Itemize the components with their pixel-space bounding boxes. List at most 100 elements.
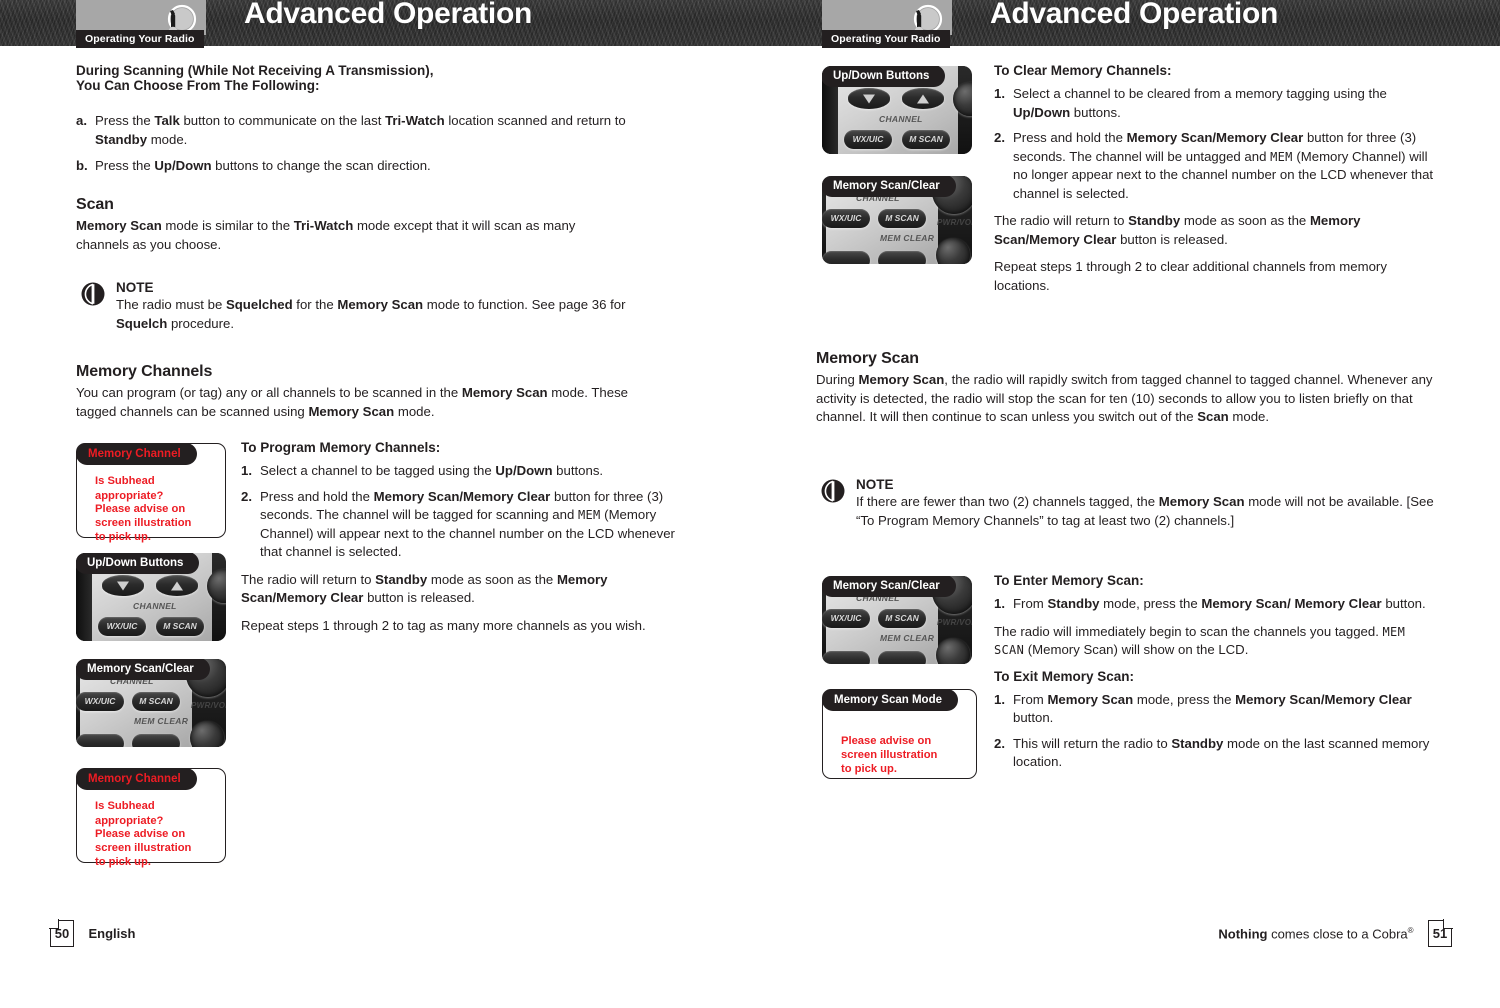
callout-tag: Up/Down Buttons bbox=[76, 553, 200, 574]
photo-label-pwr-vol: PWR/VOL bbox=[937, 218, 972, 227]
photo-label-wxuic: WX/UIC bbox=[830, 613, 862, 623]
page-left: During Scanning (While Not Receiving A T… bbox=[0, 0, 750, 1008]
footer-right: Nothing comes close to a Cobra® 51 bbox=[1218, 920, 1452, 990]
callout-tag: Memory Scan/Clear bbox=[822, 576, 956, 597]
scan-paragraph: Memory Scan mode is similar to the Tri-W… bbox=[76, 218, 576, 252]
program-note-repeat: Repeat steps 1 through 2 to tag as many … bbox=[241, 617, 646, 633]
breadcrumb-operating-your-radio: Operating Your Radio bbox=[822, 30, 950, 48]
photo-label-mem-clear: MEM CLEAR bbox=[880, 633, 935, 643]
callout-tag: Memory Channel bbox=[76, 443, 197, 465]
note-body: If there are fewer than two (2) channels… bbox=[856, 494, 1434, 528]
list-text: Select a channel to be tagged using the … bbox=[260, 463, 604, 478]
page-title: Advanced Operation bbox=[990, 0, 1278, 30]
callout-memory-scan-clear-right-2: CHANNEL WX/UIC M SCAN MEM CLEAR PWR/VOL … bbox=[822, 576, 972, 664]
list-text: Select a channel to be cleared from a me… bbox=[1013, 86, 1387, 120]
program-steps-list: 1. Select a channel to be tagged using t… bbox=[241, 462, 686, 562]
photo-label-mem-clear: MEM CLEAR bbox=[880, 233, 935, 243]
page-right: To Clear Memory Channels: 1. Select a ch… bbox=[750, 0, 1500, 1008]
list-marker: 1. bbox=[994, 86, 1005, 101]
list-text: Press the Talk button to communicate on … bbox=[95, 113, 626, 147]
clear-heading: To Clear Memory Channels: bbox=[994, 63, 1172, 78]
registered-mark: ® bbox=[1407, 925, 1414, 935]
callout-tag: Up/Down Buttons bbox=[822, 66, 946, 87]
enter-heading: To Enter Memory Scan: bbox=[994, 573, 1144, 588]
clear-memory-channels-section: To Clear Memory Channels: 1. Select a ch… bbox=[994, 63, 1439, 304]
breadcrumb-operating-your-radio: Operating Your Radio bbox=[76, 30, 204, 48]
callout-memory-scan-clear-right-1: CHANNEL WX/UIC M SCAN MEM CLEAR PWR/VOL … bbox=[822, 176, 972, 264]
list-text: From Memory Scan mode, press the Memory … bbox=[1013, 691, 1412, 726]
callout-tag: Memory Scan/Clear bbox=[76, 659, 210, 680]
photo-label-channel: CHANNEL bbox=[879, 114, 923, 124]
callout-advice-line-2: screen illustration bbox=[841, 749, 938, 761]
callout-memory-channel-2: Memory Channel Is Subhead appropriate? P… bbox=[76, 768, 226, 868]
list-marker: a. bbox=[76, 113, 87, 128]
footer-tagline-rest: comes close to a Cobra bbox=[1267, 926, 1408, 942]
list-item: 1. Select a channel to be tagged using t… bbox=[241, 462, 686, 481]
list-item: 1. From Memory Scan mode, press the Memo… bbox=[994, 691, 1439, 728]
memory-scan-section: Memory Scan During Memory Scan, the radi… bbox=[816, 350, 1441, 436]
callout-updown-buttons-left: CHANNEL WX/UIC M SCAN Up/Down Buttons bbox=[76, 553, 226, 641]
note-title: NOTE bbox=[856, 477, 894, 492]
exit-steps-list: 1. From Memory Scan mode, press the Memo… bbox=[994, 691, 1439, 772]
note-block: NOTE If there are fewer than two (2) cha… bbox=[816, 477, 1456, 530]
photo-label-wxuic: WX/UIC bbox=[84, 696, 116, 706]
program-heading: To Program Memory Channels: bbox=[241, 440, 441, 455]
callout-updown-buttons-right: CHANNEL WX/UIC M SCAN Up/Down Buttons bbox=[822, 66, 972, 154]
photo-label-wxuic: WX/UIC bbox=[106, 621, 138, 631]
program-memory-channels-section: To Program Memory Channels: 1. Select a … bbox=[241, 440, 686, 644]
list-item: a. Press the Talk button to communicate … bbox=[76, 112, 676, 149]
callout-advice-line-1: Is Subhead appropriate? bbox=[95, 475, 164, 502]
list-item: b. Press the Up/Down buttons to change t… bbox=[76, 157, 676, 176]
memory-channels-heading: Memory Channels bbox=[76, 363, 213, 380]
list-marker: 2. bbox=[241, 488, 252, 504]
callout-tag: Memory Scan/Clear bbox=[822, 176, 956, 197]
memory-scan-paragraph: During Memory Scan, the radio will rapid… bbox=[816, 372, 1433, 424]
intro-heading: During Scanning (While Not Receiving A T… bbox=[76, 63, 696, 101]
list-marker: 2. bbox=[994, 130, 1005, 145]
list-marker: 1. bbox=[994, 691, 1005, 707]
program-note-standby: The radio will return to Standby mode as… bbox=[241, 571, 608, 606]
note-body: The radio must be Squelched for the Memo… bbox=[116, 297, 626, 331]
callout-advice-line-5: to pick up. bbox=[95, 531, 151, 543]
scan-section: Scan Memory Scan mode is similar to the … bbox=[76, 196, 676, 263]
callout-memory-scan-clear-left: CHANNEL WX/UIC M SCAN MEM CLEAR PWR/VOL … bbox=[76, 659, 226, 747]
note-title: NOTE bbox=[116, 280, 154, 295]
photo-label-mscan: M SCAN bbox=[909, 134, 943, 144]
page-number-badge: 51 bbox=[1428, 920, 1452, 947]
photo-label-wxuic: WX/UIC bbox=[830, 213, 862, 223]
enter-note: The radio will immediately begin to scan… bbox=[994, 623, 1406, 658]
footer-language-label: English bbox=[88, 926, 136, 941]
footer-tagline-bold: Nothing bbox=[1218, 926, 1268, 942]
callout-tag: Memory Scan Mode bbox=[822, 689, 958, 711]
clear-steps-list: 1. Select a channel to be cleared from a… bbox=[994, 85, 1439, 203]
photo-label-pwr-vol: PWR/VOL bbox=[937, 618, 972, 627]
callout-tag: Memory Channel bbox=[76, 768, 197, 790]
photo-label-mscan: M SCAN bbox=[139, 696, 173, 706]
memory-channels-paragraph: You can program (or tag) any or all chan… bbox=[76, 385, 629, 419]
note-block: NOTE The radio must be Squelched for the… bbox=[76, 280, 676, 333]
callout-advice-line-1: Please advise on bbox=[841, 735, 932, 747]
list-item: 2. Press and hold the Memory Scan/Memory… bbox=[994, 129, 1439, 203]
photo-label-mscan: M SCAN bbox=[885, 213, 919, 223]
footer-tagline: Nothing comes close to a Cobra® bbox=[1218, 926, 1413, 941]
clear-note-repeat: Repeat steps 1 through 2 to clear additi… bbox=[994, 259, 1387, 293]
photo-label-channel: CHANNEL bbox=[133, 601, 177, 611]
page-title: Advanced Operation bbox=[244, 0, 532, 30]
clear-note-standby: The radio will return to Standby mode as… bbox=[994, 213, 1361, 247]
list-marker: 1. bbox=[241, 463, 252, 478]
photo-label-mscan: M SCAN bbox=[885, 613, 919, 623]
page-number-badge: 50 bbox=[50, 920, 74, 947]
photo-label-pwr-vol: PWR/VOL bbox=[191, 701, 226, 710]
callout-advice-line-4: screen illustration bbox=[95, 517, 192, 529]
callout-advice-line-1: Is Subhead appropriate? bbox=[95, 800, 164, 827]
callout-advice-line-5: to pick up. bbox=[95, 856, 151, 868]
list-marker: b. bbox=[76, 158, 88, 173]
list-marker: 1. bbox=[994, 596, 1005, 611]
footer-left: 50 English bbox=[50, 920, 135, 990]
list-text: Press and hold the Memory Scan/Memory Cl… bbox=[260, 488, 675, 560]
list-text: Press and hold the Memory Scan/Memory Cl… bbox=[1013, 130, 1434, 201]
list-marker: 2. bbox=[994, 735, 1005, 751]
callout-advice-line-3: to pick up. bbox=[841, 763, 897, 775]
enter-steps-list: 1. From Standby mode, press the Memory S… bbox=[994, 595, 1439, 614]
note-icon bbox=[820, 478, 846, 504]
